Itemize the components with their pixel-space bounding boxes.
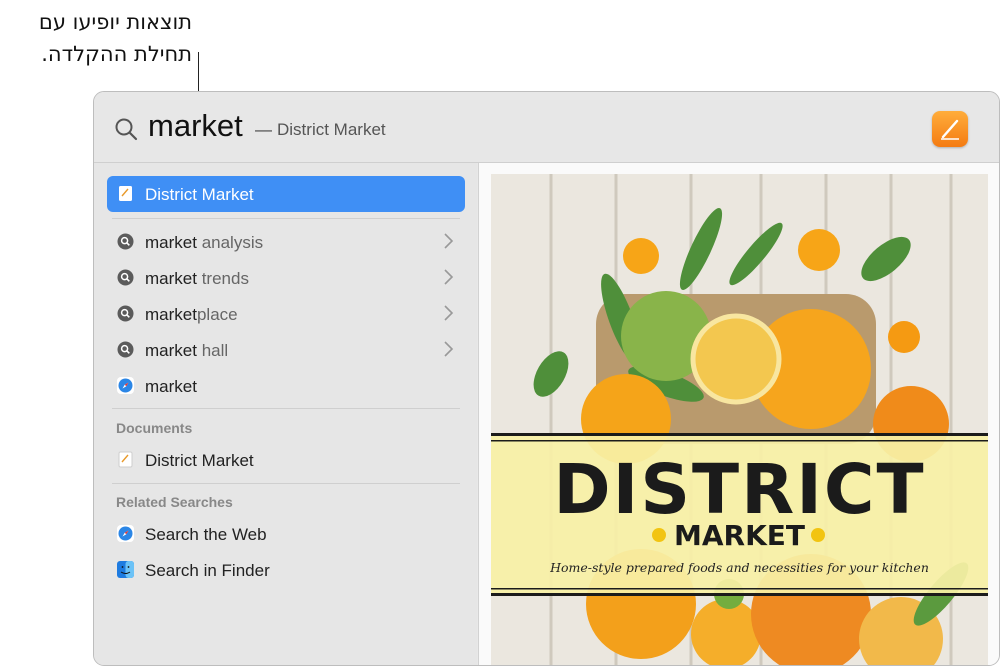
- suggestion-market-web[interactable]: market: [107, 368, 465, 404]
- magnifier-icon: [115, 118, 138, 141]
- related-search-in-finder[interactable]: Search in Finder: [107, 552, 465, 588]
- chevron-right-icon: [444, 269, 454, 285]
- related-search-the-web[interactable]: Search the Web: [107, 516, 465, 552]
- suggestion-query: market: [145, 269, 197, 288]
- divider: [112, 218, 460, 219]
- top-hit-label: District Market: [145, 185, 254, 204]
- suggestion-query: market: [145, 377, 197, 396]
- search-icon: [117, 269, 134, 286]
- callout-annotation: תוצאות יופיעו עם תחילת ההקלדה.: [0, 6, 192, 70]
- suggestion-completion: place: [196, 305, 238, 324]
- spotlight-window: market — District Market District Market…: [93, 91, 1000, 666]
- callout-line-2: תחילת ההקלדה.: [41, 42, 192, 66]
- suggestion-query: market: [145, 341, 197, 360]
- preview-pane: DISTRICT MARKET Home-style prepared food…: [478, 163, 999, 665]
- search-icon: [117, 233, 134, 250]
- search-icon: [117, 341, 134, 358]
- chevron-right-icon: [444, 305, 454, 321]
- suggestion-completion: hall: [196, 341, 229, 360]
- document-icon: [118, 451, 133, 468]
- related-searches-title: Related Searches: [116, 494, 233, 510]
- suggestion-market-hall[interactable]: market hall: [107, 332, 465, 368]
- search-bar[interactable]: market — District Market: [94, 92, 999, 163]
- related-label: Search in Finder: [145, 561, 270, 580]
- suggestion-market-trends[interactable]: market trends: [107, 260, 465, 296]
- search-icon: [117, 305, 134, 322]
- documents-section-title: Documents: [116, 420, 193, 436]
- top-hit-district-market[interactable]: District Market: [107, 176, 465, 212]
- chevron-right-icon: [444, 233, 454, 249]
- document-icon: [119, 186, 132, 201]
- suggestion-completion: analysis: [196, 233, 264, 252]
- results-list: District Market market analysis market t…: [94, 163, 477, 665]
- completion-dash: —: [255, 120, 272, 139]
- suggestion-query: market: [145, 305, 197, 324]
- finder-icon: [117, 561, 134, 578]
- divider: [112, 408, 460, 409]
- preview-title: DISTRICT: [553, 450, 926, 530]
- document-district-market[interactable]: District Market: [107, 442, 465, 478]
- preview-tagline: Home-style prepared foods and necessitie…: [550, 560, 929, 575]
- search-input[interactable]: market: [148, 108, 243, 144]
- suggestion-query: market: [145, 233, 197, 252]
- pages-icon: [932, 111, 968, 147]
- suggestion-completion: trends: [196, 269, 249, 288]
- document-label: District Market: [145, 451, 254, 470]
- safari-icon: [117, 525, 134, 542]
- preview-artwork: [491, 174, 988, 665]
- related-label: Search the Web: [145, 525, 267, 544]
- search-completion: District Market: [277, 120, 386, 139]
- suggestion-market-analysis[interactable]: market analysis: [107, 224, 465, 260]
- safari-icon: [117, 377, 134, 394]
- preview-subtitle: MARKET: [673, 519, 806, 552]
- divider: [112, 483, 460, 484]
- callout-line-1: תוצאות יופיעו עם: [38, 10, 192, 34]
- chevron-right-icon: [444, 341, 454, 357]
- suggestion-marketplace[interactable]: marketplace: [107, 296, 465, 332]
- document-preview[interactable]: DISTRICT MARKET Home-style prepared food…: [491, 174, 988, 665]
